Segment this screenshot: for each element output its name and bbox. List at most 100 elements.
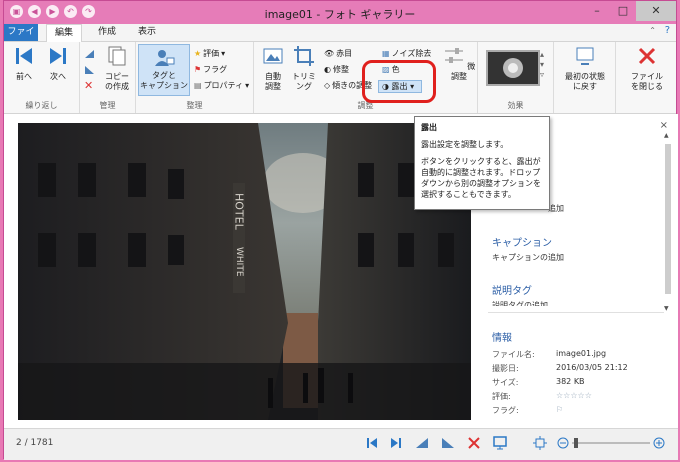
street-photo: HOTEL WHITE	[18, 123, 471, 420]
minimize-button[interactable]: –	[584, 1, 610, 21]
slideshow-icon[interactable]	[492, 435, 508, 451]
group-effects: ▴ ▾ ▿ 効果	[478, 42, 554, 113]
info-label: 撮影日:	[492, 364, 519, 373]
rotate-left-button[interactable]	[84, 48, 95, 60]
retouch-icon: ◐	[324, 65, 331, 74]
tab-view[interactable]: 表示	[130, 24, 164, 41]
group-label: 整理	[186, 101, 203, 110]
close-file-button[interactable]: ファイル を閉じる	[620, 45, 674, 92]
main-content: HOTEL WHITE × ▲ ▼ 追加 キャプション キャプションの追加 説明…	[4, 114, 678, 428]
scroll-thumb[interactable]	[665, 144, 671, 294]
prev-button[interactable]: 前へ	[10, 45, 38, 82]
description-add-link[interactable]: 説明タグの追加	[492, 300, 548, 306]
copy-button[interactable]: コピー の作成	[100, 45, 134, 92]
crop-label: トリミ ング	[292, 72, 316, 91]
info-value: 2016/03/05 21:12	[556, 363, 628, 372]
tag-add-link[interactable]: 追加	[548, 203, 564, 214]
group-manage: ✕ コピー の作成 管理	[80, 42, 136, 113]
rating-stars[interactable]: ☆☆☆☆☆	[556, 391, 592, 400]
tooltip-title: 露出	[421, 123, 437, 132]
prev-label: 前へ	[16, 72, 32, 81]
exposure-tooltip: 露出 露出設定を調整します。 ボタンをクリックすると、露出が自動的に調整されます…	[414, 116, 550, 210]
info-row: サイズ: 382 KB	[492, 377, 585, 388]
info-label: フラグ:	[492, 406, 519, 415]
close-pane-icon[interactable]: ×	[660, 120, 668, 131]
info-row: 評価: ☆☆☆☆☆	[492, 391, 592, 402]
revert-label: 最初の状態 に戻す	[565, 72, 605, 91]
status-bar: 2 / 1781	[4, 428, 678, 460]
flag-label: フラグ	[203, 65, 228, 74]
crop-button[interactable]: トリミ ング	[290, 45, 318, 92]
noise-reduction-button[interactable]: ▦ ノイズ除去	[382, 48, 431, 60]
next-button[interactable]: 次へ	[44, 45, 72, 82]
description-heading: 説明タグ	[492, 286, 532, 297]
exposure-label: 露出	[391, 82, 408, 91]
info-label: ファイル名:	[492, 350, 535, 359]
last-photo-icon[interactable]	[388, 435, 404, 451]
flag-button[interactable]: ⚑ フラグ	[194, 64, 227, 76]
exposure-button[interactable]: ◑ 露出 ▾	[378, 80, 422, 93]
fine-tune-button[interactable]: 微調整	[442, 45, 476, 82]
close-file-label: ファイル を閉じる	[631, 72, 663, 91]
delete-icon[interactable]	[466, 435, 482, 451]
next-icon	[50, 48, 66, 64]
tab-edit[interactable]: 編集	[46, 24, 83, 42]
caption-heading: キャプション	[492, 238, 552, 249]
auto-adjust-button[interactable]: 自動 調整	[258, 45, 288, 92]
info-label: 評価:	[492, 392, 511, 401]
group-label: 調整	[357, 101, 374, 110]
app-window: ▣ ◀ ▶ ↶ ↷ image01 - フォト ギャラリー – □ ✕ ファイル…	[3, 0, 678, 460]
tab-create[interactable]: 作成	[90, 24, 124, 41]
help-icon[interactable]: ?	[665, 25, 670, 36]
group-label: 効果	[507, 101, 524, 110]
photo-counter: 2 / 1781	[16, 438, 54, 448]
scroll-up-icon[interactable]: ▲	[664, 132, 669, 139]
effect-gallery-scroll[interactable]: ▴ ▾ ▿	[540, 50, 544, 80]
revert-icon	[576, 47, 594, 65]
zoom-slider[interactable]	[556, 436, 666, 450]
rotate-left-icon[interactable]	[414, 435, 430, 451]
info-row: フラグ: ⚐	[492, 405, 563, 416]
properties-icon: ▤	[194, 81, 202, 90]
photo-view[interactable]: HOTEL WHITE	[18, 123, 471, 420]
delete-button[interactable]: ✕	[84, 80, 93, 92]
caption-add-link[interactable]: キャプションの追加	[492, 252, 564, 263]
group-close: ファイル を閉じる	[616, 42, 678, 113]
tag-caption-button[interactable]: タグと キャプション	[138, 44, 190, 96]
properties-button[interactable]: ▤ プロパティ ▾	[194, 80, 249, 92]
straighten-icon: ◇	[324, 81, 331, 90]
ribbon-tabs: ファイル 編集 作成 表示 ⌃ ?	[4, 24, 676, 54]
star-icon: ★	[194, 49, 202, 58]
close-window-button[interactable]: ✕	[636, 1, 676, 21]
scroll-down-icon[interactable]: ▼	[664, 305, 669, 312]
copy-icon	[108, 46, 126, 66]
rating-button[interactable]: ★ 評価 ▾	[194, 48, 225, 60]
first-photo-icon[interactable]	[364, 435, 380, 451]
delete-icon: ✕	[84, 79, 94, 92]
rotate-right-button[interactable]	[84, 64, 95, 76]
group-navigation: 前へ 次へ 繰り返し	[4, 42, 80, 113]
retouch-label: 修整	[332, 65, 349, 74]
revert-button[interactable]: 最初の状態 に戻す	[558, 45, 612, 92]
next-label: 次へ	[50, 72, 66, 81]
rotate-right-icon[interactable]	[440, 435, 456, 451]
chevron-down-icon: ▾	[245, 81, 250, 90]
group-label: 管理	[99, 101, 116, 110]
effect-thumbnail[interactable]	[486, 50, 540, 86]
maximize-button[interactable]: □	[610, 1, 636, 21]
retouch-button[interactable]: ◐ 修整	[324, 64, 349, 76]
actual-size-icon[interactable]	[532, 435, 548, 451]
pane-scrollbar[interactable]: ▲ ▼	[664, 132, 672, 312]
white-sign: WHITE	[234, 247, 244, 277]
tab-file[interactable]: ファイル	[4, 24, 38, 54]
sliders-icon	[444, 48, 463, 63]
ribbon: 前へ 次へ 繰り返し ✕ コピー の作成 管理 整理 ★ 評価 ▾ ⚑ フラグ ▤ プロ…	[4, 42, 676, 114]
window-title: image01 - フォト ギャラリー	[264, 8, 416, 21]
redeye-label: 赤目	[336, 49, 353, 58]
tag-caption-label: タグと キャプション	[140, 71, 188, 90]
flag-toggle[interactable]: ⚐	[556, 405, 563, 414]
flag-icon: ⚑	[194, 65, 202, 74]
ribbon-collapse-icon[interactable]: ⌃	[649, 26, 656, 35]
redeye-button[interactable]: 👁 赤目	[324, 48, 352, 60]
properties-label: プロパティ	[203, 81, 244, 90]
